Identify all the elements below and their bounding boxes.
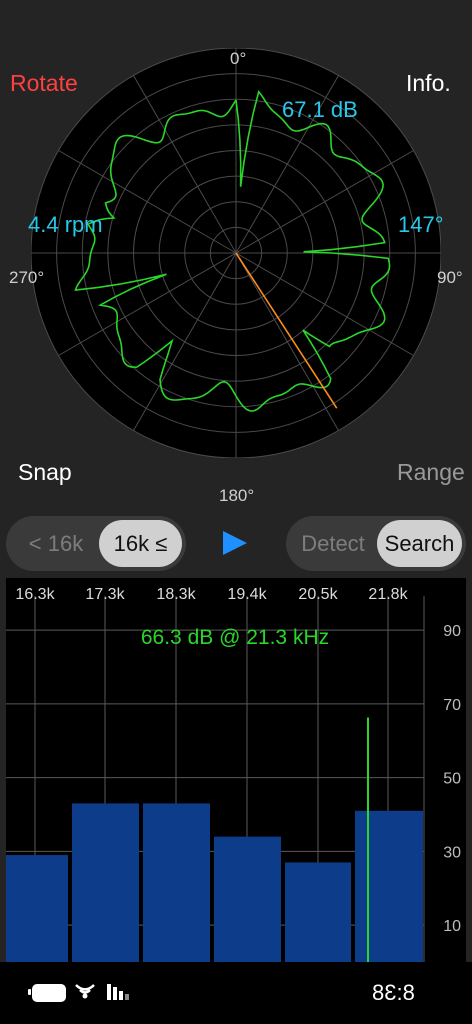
search-mode-option[interactable]: Search: [377, 520, 462, 567]
polar-chart: [31, 48, 441, 458]
angle-readout: 147°: [398, 212, 444, 237]
wifi-icon: [74, 980, 96, 1002]
spectrum-chart: 16.3k 17.3k 18.3k 19.4k 20.5k 21.8k 90 70 50 30 10…: [6, 578, 466, 962]
spectrum-bar: [214, 836, 281, 962]
frequency-tick-label: 20.5k: [298, 586, 338, 603]
battery-icon: [32, 984, 66, 1002]
signal-icon: [107, 982, 129, 1000]
frequency-tick-label: 18.3k: [156, 586, 196, 603]
spectrum-bar: [355, 810, 423, 962]
play-icon[interactable]: [223, 531, 247, 555]
band-above-16k-option[interactable]: 16k ≤: [99, 520, 182, 567]
db-tick-label: 70: [443, 697, 461, 714]
frequency-tick-label: 16.3k: [15, 586, 55, 603]
angle-label-right: 90°: [437, 268, 463, 287]
db-tick-label: 10: [443, 918, 461, 935]
level-readout: 67.1 dB: [282, 97, 358, 122]
band-toggle: < 16k 16k ≤: [6, 516, 186, 571]
spectrum-bar: [6, 855, 68, 962]
frequency-tick-label: 17.3k: [85, 586, 125, 603]
polar-plot: [31, 48, 441, 458]
band-below-16k-option[interactable]: < 16k: [12, 520, 100, 567]
angle-label-left: 270°: [9, 268, 45, 287]
spectrum-bar: [72, 803, 139, 962]
spectrum-svg: 16.3k 17.3k 18.3k 19.4k 20.5k 21.8k 90 70 50 30 10…: [6, 586, 461, 962]
frequency-tick-label: 19.4k: [227, 586, 267, 603]
spectrum-bar: [285, 862, 351, 962]
status-bar: 8:38: [0, 962, 472, 1024]
range-button[interactable]: Range: [397, 459, 465, 486]
db-tick-label: 30: [443, 844, 461, 861]
snap-button[interactable]: Snap: [18, 459, 72, 486]
detect-mode-option[interactable]: Detect: [290, 520, 376, 567]
angle-label-top: 0°: [230, 49, 247, 68]
status-time: 8:38: [372, 980, 415, 1005]
battery-tip-icon: [28, 989, 31, 995]
frequency-tick-label: 21.8k: [368, 586, 408, 603]
db-tick-label: 50: [443, 771, 461, 788]
db-tick-label: 90: [443, 623, 461, 640]
angle-label-bottom: 180°: [219, 486, 255, 505]
mode-toggle: Detect Search: [286, 516, 466, 571]
peak-readout: 66.3 dB @ 21.3 kHz: [141, 626, 329, 649]
rotation-speed-readout: 4.4 rpm: [28, 212, 103, 237]
spectrum-bar: [143, 803, 210, 962]
